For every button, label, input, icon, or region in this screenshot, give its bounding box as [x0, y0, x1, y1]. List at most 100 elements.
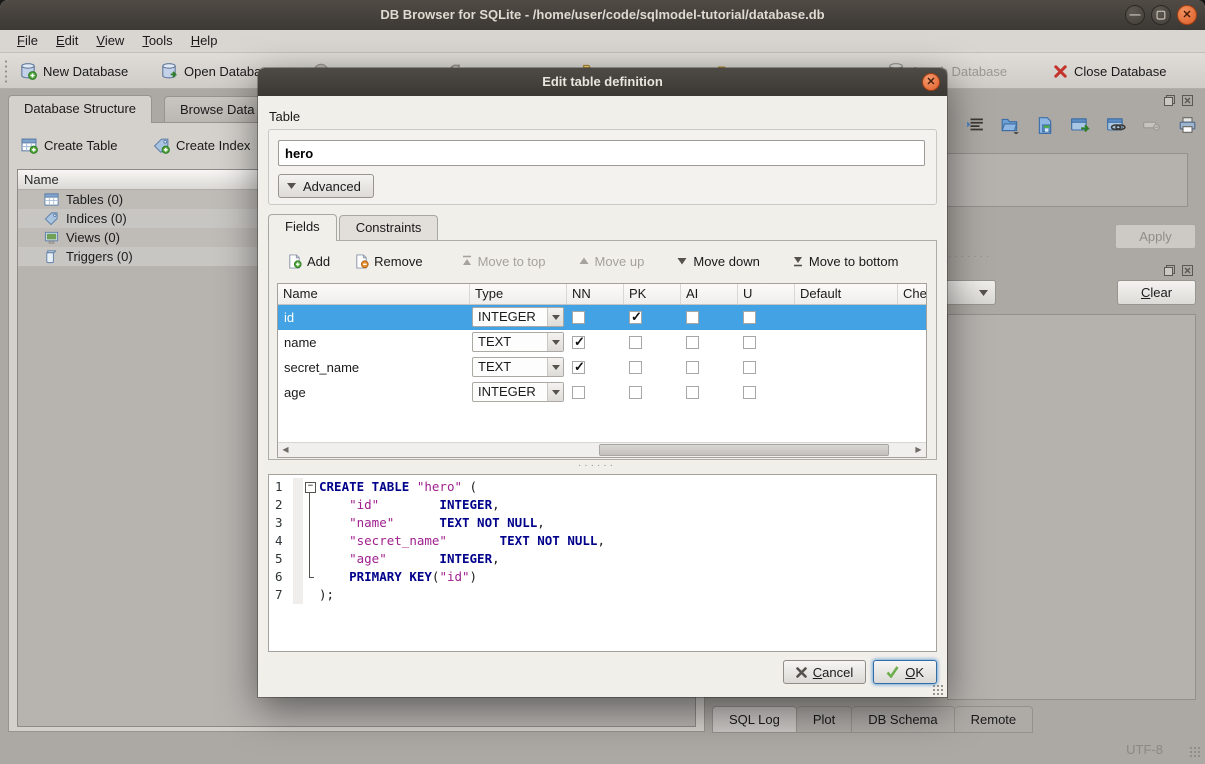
dialog-splitter[interactable]: ······	[578, 460, 616, 471]
scroll-left-icon[interactable]: ◀	[278, 443, 293, 457]
add-field-button[interactable]: Add	[279, 248, 338, 274]
ai-checkbox[interactable]	[686, 336, 699, 349]
dock-float-icon[interactable]	[1163, 94, 1176, 107]
field-name-cell[interactable]: secret_name	[278, 355, 470, 380]
dialog-tab-fields[interactable]: Fields	[268, 214, 337, 241]
default-cell[interactable]	[795, 380, 898, 405]
menu-view[interactable]: View	[87, 30, 133, 53]
column-header-nn[interactable]: NN	[567, 284, 624, 304]
apply-button[interactable]: Apply	[1115, 224, 1196, 249]
remove-field-button[interactable]: Remove	[346, 248, 430, 274]
field-row-id[interactable]: idINTEGER	[278, 305, 926, 330]
default-cell[interactable]	[795, 355, 898, 380]
pk-checkbox[interactable]	[629, 386, 642, 399]
column-header-type[interactable]: Type	[470, 284, 567, 304]
u-checkbox[interactable]	[743, 386, 756, 399]
u-checkbox[interactable]	[743, 361, 756, 374]
tab-database-structure[interactable]: Database Structure	[8, 95, 152, 123]
table-name-input[interactable]	[278, 140, 925, 166]
dialog-resize-grip[interactable]	[932, 684, 944, 696]
nn-checkbox[interactable]	[572, 311, 585, 324]
import-icon[interactable]	[1000, 116, 1020, 134]
bottom-tab-db-schema[interactable]: DB Schema	[852, 706, 954, 733]
default-cell[interactable]	[795, 330, 898, 355]
field-row-name[interactable]: nameTEXT	[278, 330, 926, 355]
move-to-top-button[interactable]: Move to top	[453, 248, 554, 274]
bottom-tab-plot[interactable]: Plot	[797, 706, 852, 733]
horizontal-scrollbar[interactable]: ◀ ▶	[278, 442, 926, 457]
pk-checkbox[interactable]	[629, 311, 642, 324]
default-cell[interactable]	[795, 305, 898, 330]
text-mode-icon[interactable]	[966, 117, 984, 133]
window-titlebar[interactable]: DB Browser for SQLite - /home/user/code/…	[0, 0, 1205, 30]
export-icon[interactable]	[1036, 116, 1054, 134]
nn-checkbox[interactable]	[572, 386, 585, 399]
ai-checkbox[interactable]	[686, 386, 699, 399]
ok-button[interactable]: OK	[873, 660, 937, 684]
bottom-tab-sql-log[interactable]: SQL Log	[712, 706, 797, 733]
open-in-window-icon[interactable]	[1070, 116, 1090, 134]
check-cell[interactable]	[898, 305, 927, 330]
clear-button[interactable]: Clear	[1117, 280, 1196, 305]
tab-browse-data[interactable]: Browse Data	[164, 96, 270, 123]
check-cell[interactable]	[898, 355, 927, 380]
check-cell[interactable]	[898, 380, 927, 405]
close-database-button[interactable]: Close Database	[1046, 58, 1174, 84]
menu-tools[interactable]: Tools	[133, 30, 181, 53]
bottom-tab-remote[interactable]: Remote	[955, 706, 1034, 733]
u-checkbox[interactable]	[743, 336, 756, 349]
ai-checkbox[interactable]	[686, 311, 699, 324]
field-name-cell[interactable]: age	[278, 380, 470, 405]
field-row-age[interactable]: ageINTEGER	[278, 380, 926, 405]
move-down-button[interactable]: Move down	[668, 248, 767, 274]
ai-checkbox[interactable]	[686, 361, 699, 374]
maximize-icon[interactable]: ▢	[1151, 5, 1171, 25]
nn-checkbox[interactable]	[572, 336, 585, 349]
check-cell[interactable]	[898, 330, 927, 355]
create-table-button[interactable]: Create Table	[17, 133, 121, 157]
pk-checkbox[interactable]	[629, 336, 642, 349]
type-dropdown[interactable]: TEXT	[472, 357, 564, 377]
move-up-button[interactable]: Move up	[570, 248, 653, 274]
column-header-ai[interactable]: AI	[681, 284, 738, 304]
nn-checkbox[interactable]	[572, 361, 585, 374]
dialog-tab-constraints[interactable]: Constraints	[339, 215, 439, 240]
u-checkbox[interactable]	[743, 311, 756, 324]
sql-log-area[interactable]	[947, 314, 1196, 700]
set-null-icon[interactable]	[1142, 116, 1162, 134]
type-dropdown[interactable]: INTEGER	[472, 382, 564, 402]
log-dock-float-icon[interactable]	[1163, 264, 1176, 277]
field-row-secret_name[interactable]: secret_nameTEXT	[278, 355, 926, 380]
log-dock-close-icon[interactable]	[1181, 264, 1194, 277]
cell-editor-area[interactable]	[940, 153, 1188, 207]
column-header-default[interactable]: Default	[795, 284, 898, 304]
create-index-button[interactable]: Create Index	[149, 133, 254, 157]
move-to-bottom-button[interactable]: Move to bottom	[784, 248, 907, 274]
column-header-check[interactable]: Check	[898, 284, 927, 304]
field-name-cell[interactable]: name	[278, 330, 470, 355]
column-header-u[interactable]: U	[738, 284, 795, 304]
advanced-button[interactable]: Advanced	[278, 174, 374, 198]
pk-checkbox[interactable]	[629, 361, 642, 374]
fold-marker-icon[interactable]	[303, 478, 317, 496]
dock-splitter[interactable]: ·······	[948, 251, 992, 262]
field-name-cell[interactable]: id	[278, 305, 470, 330]
menu-file[interactable]: File	[8, 30, 47, 53]
dialog-titlebar[interactable]: Edit table definition ✕	[258, 68, 947, 96]
menu-help[interactable]: Help	[182, 30, 227, 53]
dialog-close-icon[interactable]: ✕	[922, 73, 940, 91]
type-dropdown[interactable]: TEXT	[472, 332, 564, 352]
minimize-icon[interactable]: —	[1125, 5, 1145, 25]
link-window-icon[interactable]	[1106, 116, 1126, 134]
menu-edit[interactable]: Edit	[47, 30, 87, 53]
window-resize-grip[interactable]	[1189, 746, 1201, 758]
cancel-button[interactable]: Cancel	[783, 660, 866, 684]
print-icon[interactable]	[1178, 116, 1197, 134]
scrollbar-handle[interactable]	[599, 444, 889, 456]
column-header-name[interactable]: Name	[278, 284, 470, 304]
close-icon[interactable]: ✕	[1177, 5, 1197, 25]
scroll-right-icon[interactable]: ▶	[911, 443, 926, 457]
toolbar-drag-handle[interactable]	[4, 59, 8, 83]
new-database-button[interactable]: New Database	[12, 58, 135, 84]
type-dropdown[interactable]: INTEGER	[472, 307, 564, 327]
